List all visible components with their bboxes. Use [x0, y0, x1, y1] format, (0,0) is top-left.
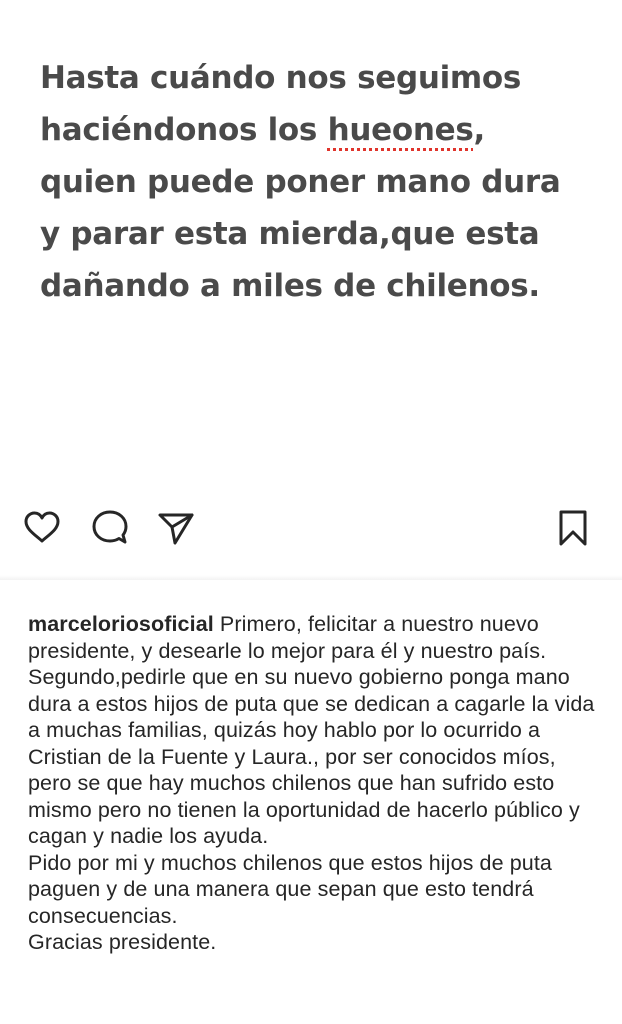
share-icon-graphic [158, 513, 194, 545]
image-text-segment: haciéndonos los [40, 112, 328, 148]
image-text-segment: , [473, 112, 485, 148]
bookmark-icon-graphic [559, 510, 587, 546]
caption-paragraph: Pido por mi y muchos chilenos que estos … [28, 850, 552, 928]
post-caption: marceloriosoficial Primero, felicitar a … [28, 611, 603, 956]
post-action-bar [0, 500, 622, 554]
image-text-line: haciéndonos los hueones, [40, 104, 600, 156]
image-text-line: Hasta cuándo nos seguimos [40, 60, 522, 96]
divider [0, 575, 622, 580]
heart-icon-graphic [24, 511, 60, 543]
image-text-line: quien puede poner mano dura [40, 164, 561, 200]
image-text-line: y parar esta mierda,que esta [40, 216, 540, 252]
post-image[interactable]: Hasta cuándo nos seguimos haciéndonos lo… [0, 0, 622, 488]
caption-username-link[interactable]: marceloriosoficial [28, 612, 214, 636]
heart-icon[interactable] [22, 508, 62, 548]
spellcheck-underlined-word: hueones [327, 112, 474, 148]
comment-icon[interactable] [90, 508, 130, 548]
image-text-line: dañando a miles de chilenos. [40, 268, 540, 304]
caption-paragraph: Segundo,pedirle que en su nuevo gobierno… [28, 665, 595, 848]
bookmark-icon[interactable] [553, 508, 593, 548]
caption-paragraph: marceloriosoficial Primero, felicitar a … [28, 611, 603, 664]
caption-paragraph: Gracias presidente. [28, 930, 217, 954]
post-image-text: Hasta cuándo nos seguimos haciéndonos lo… [40, 52, 600, 312]
paper-plane-icon[interactable] [156, 508, 196, 548]
comment-icon-graphic [92, 510, 128, 544]
